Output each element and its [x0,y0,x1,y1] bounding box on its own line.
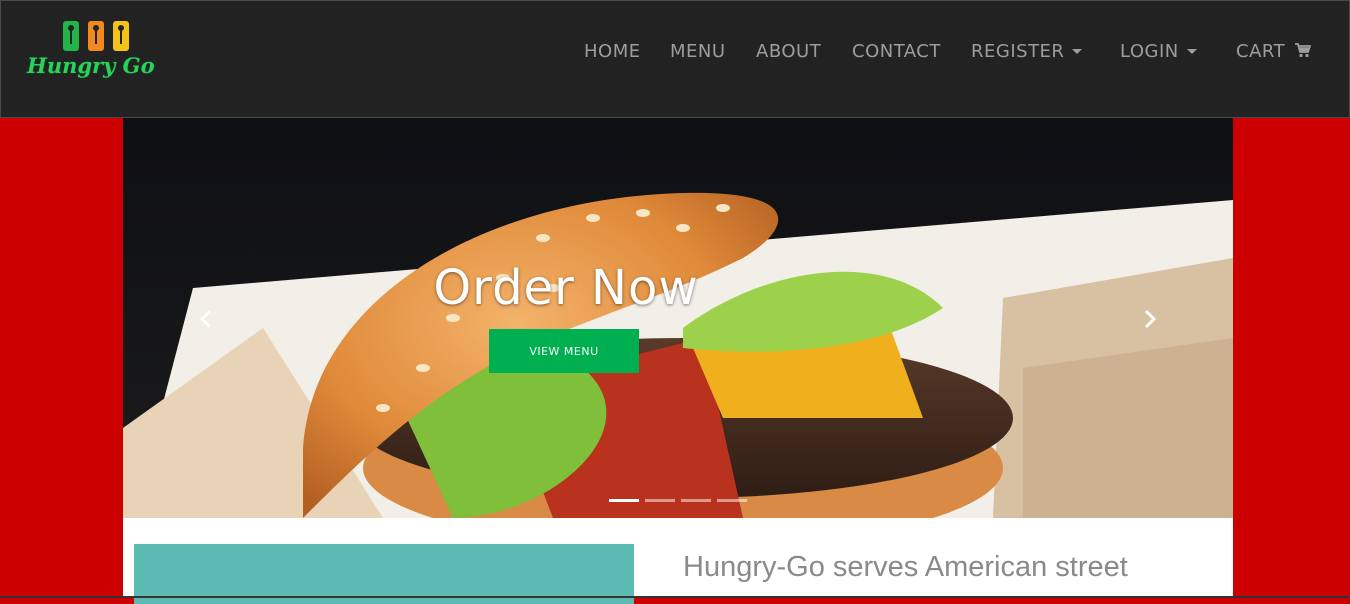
logo-yellow-slot [113,21,129,51]
nav-about-label: ABOUT [756,41,822,62]
nav-home[interactable]: HOME [584,41,641,62]
carousel-indicators [609,489,753,507]
caret-down-icon [1186,49,1197,54]
intro-section: Hungry-Go serves American street [123,518,1233,604]
nav-register-label: REGISTER [971,41,1065,62]
chevron-right-icon [1144,309,1157,329]
caret-down-icon [1072,49,1083,54]
nav-about[interactable]: ABOUT [756,41,821,62]
nav-menu[interactable]: MENU [670,41,726,62]
carousel-indicator[interactable] [717,499,747,502]
nav-contact-label: CONTACT [852,41,941,62]
hero-title: Order Now [433,260,699,316]
nav-cart[interactable]: CART [1236,41,1312,63]
carousel-prev-button[interactable] [196,308,218,330]
intro-text: Hungry-Go serves American street [683,551,1128,583]
view-menu-button[interactable]: VIEW MENU [489,329,639,373]
nav-home-label: HOME [584,41,641,62]
brand-logo[interactable]: Hungry Go [25,19,177,89]
carousel-indicator[interactable] [681,499,711,502]
shopping-cart-icon [1295,42,1312,63]
carousel-next-button[interactable] [1138,308,1160,330]
top-navbar: Hungry Go HOME MENU ABOUT CONTACT REGIST… [0,0,1350,118]
carousel-indicator[interactable] [609,499,639,502]
carousel-indicator[interactable] [645,499,675,502]
nav-contact[interactable]: CONTACT [852,41,941,62]
intro-image [134,544,634,604]
nav-menu-label: MENU [670,41,726,62]
chevron-left-icon [199,309,212,329]
logo-orange-slot [88,21,104,51]
nav-login-dropdown[interactable]: LOGIN [1120,41,1197,62]
logo-green-slot [63,21,79,51]
logo-text: Hungry Go [27,53,155,78]
nav-cart-label: CART [1236,41,1286,62]
burger-photo [123,118,1233,518]
nav-login-label: LOGIN [1120,41,1179,62]
nav-register-dropdown[interactable]: REGISTER [971,41,1083,62]
hero-carousel: Order Now VIEW MENU [123,118,1233,518]
